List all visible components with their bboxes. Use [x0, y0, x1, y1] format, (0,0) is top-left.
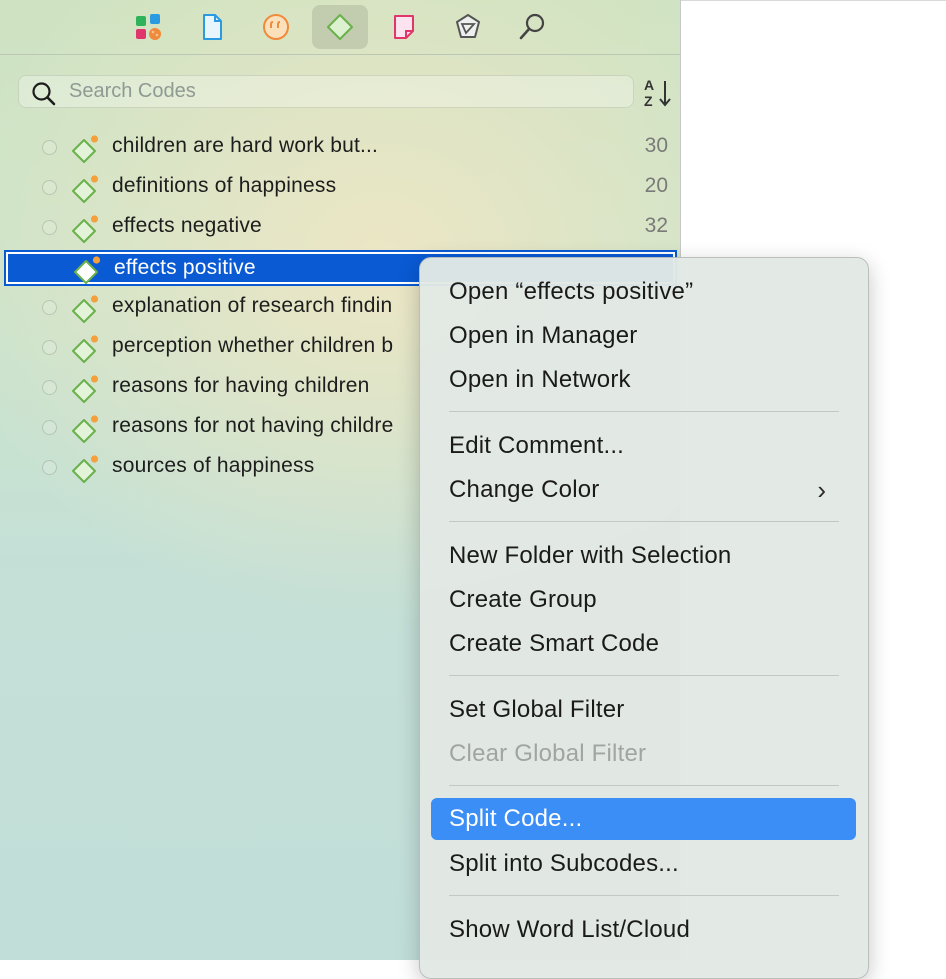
- comment-dot-icon: [90, 455, 99, 463]
- context-menu: Open “effects positive” Open in Manager …: [419, 257, 869, 979]
- search-input[interactable]: [69, 78, 609, 105]
- menu-item-open-in-manager[interactable]: Open in Manager: [431, 315, 856, 357]
- status-dot[interactable]: [42, 300, 57, 315]
- status-dot[interactable]: [42, 340, 57, 355]
- menu-item-clear-global-filter: Clear Global Filter: [449, 740, 647, 767]
- code-diamond-icon: [72, 375, 99, 403]
- code-diamond-icon: [74, 256, 101, 284]
- menu-item-create-group[interactable]: Create Group: [431, 579, 856, 621]
- code-label: effects positive: [114, 256, 256, 279]
- status-dot[interactable]: [42, 220, 57, 235]
- search-icon: [519, 13, 545, 40]
- search-tab[interactable]: [504, 5, 560, 49]
- menu-item-create-smart-code[interactable]: Create Smart Code: [431, 623, 856, 665]
- code-row[interactable]: definitions of happiness 20: [0, 168, 680, 208]
- menu-item-open-in-network[interactable]: Open in Network: [431, 359, 856, 401]
- status-dot[interactable]: [42, 180, 57, 195]
- search-codes-field[interactable]: [18, 75, 634, 108]
- comment-dot-icon: [90, 175, 99, 183]
- code-diamond-icon: [72, 455, 99, 483]
- menu-item-set-global-filter[interactable]: Set Global Filter: [431, 689, 856, 731]
- code-label: sources of happiness: [112, 454, 315, 477]
- menu-item-split-code[interactable]: Split Code...: [431, 798, 856, 840]
- codes-icon: [327, 14, 353, 40]
- menu-separator: [449, 521, 839, 522]
- menu-separator: [449, 895, 839, 896]
- code-label: definitions of happiness: [112, 174, 337, 197]
- code-count: 20: [644, 174, 668, 197]
- sort-button[interactable]: A Z: [641, 76, 675, 110]
- code-row[interactable]: children are hard work but... 30: [0, 128, 680, 168]
- code-label: children are hard work but...: [112, 134, 379, 157]
- menu-item-show-word-list[interactable]: Show Word List/Cloud: [431, 909, 856, 951]
- memos-tab[interactable]: [376, 5, 432, 49]
- status-dot[interactable]: [42, 140, 57, 155]
- sort-az-icon: A Z: [644, 77, 671, 109]
- networks-tab[interactable]: [440, 5, 496, 49]
- menu-item-edit-comment[interactable]: Edit Comment...: [431, 425, 856, 467]
- menu-separator: [449, 785, 839, 786]
- code-diamond-icon: [72, 415, 99, 443]
- comment-dot-icon: [90, 415, 99, 423]
- documents-icon: [203, 14, 222, 40]
- code-diamond-icon: [72, 335, 99, 363]
- code-label: reasons for having children: [112, 374, 370, 397]
- codes-tab[interactable]: [312, 5, 368, 49]
- comment-dot-icon: [90, 135, 99, 143]
- submenu-chevron-icon: ›: [817, 475, 826, 505]
- documents-tab[interactable]: [184, 5, 240, 49]
- menu-item-open[interactable]: Open “effects positive”: [431, 271, 856, 313]
- magnifier-icon: [32, 82, 56, 106]
- code-diamond-icon: [72, 215, 99, 243]
- navigator-toolbar: [0, 0, 680, 55]
- quotations-tab[interactable]: [248, 5, 304, 49]
- networks-icon: [456, 14, 480, 38]
- comment-dot-icon: [92, 256, 101, 264]
- code-label: explanation of research findin: [112, 294, 393, 317]
- menu-item-change-color[interactable]: Change Color ›: [431, 469, 856, 511]
- comment-dot-icon: [90, 295, 99, 303]
- menu-item-new-folder[interactable]: New Folder with Selection: [431, 535, 856, 577]
- svg-text:A: A: [644, 77, 654, 93]
- comment-dot-icon: [90, 375, 99, 383]
- code-count: 30: [644, 134, 668, 157]
- menu-separator: [449, 411, 839, 412]
- code-diamond-icon: [72, 295, 99, 323]
- status-dot[interactable]: [42, 380, 57, 395]
- status-dot[interactable]: [42, 420, 57, 435]
- code-count: 32: [644, 214, 668, 237]
- svg-text:Z: Z: [644, 93, 653, 109]
- status-dot[interactable]: [42, 460, 57, 475]
- entities-tab[interactable]: [121, 5, 177, 49]
- entities-icon: [136, 14, 161, 40]
- code-diamond-icon: [72, 135, 99, 163]
- memos-icon: [394, 15, 414, 39]
- code-label: perception whether children b: [112, 334, 394, 357]
- comment-dot-icon: [90, 215, 99, 223]
- code-row[interactable]: effects negative 32: [0, 208, 680, 248]
- comment-dot-icon: [90, 335, 99, 343]
- menu-separator: [449, 675, 839, 676]
- quotations-icon: [263, 14, 289, 40]
- code-diamond-icon: [72, 175, 99, 203]
- menu-item-split-into-subcodes[interactable]: Split into Subcodes...: [431, 843, 856, 885]
- code-label: effects negative: [112, 214, 262, 237]
- code-label: reasons for not having childre: [112, 414, 394, 437]
- window-edge: [681, 0, 946, 1]
